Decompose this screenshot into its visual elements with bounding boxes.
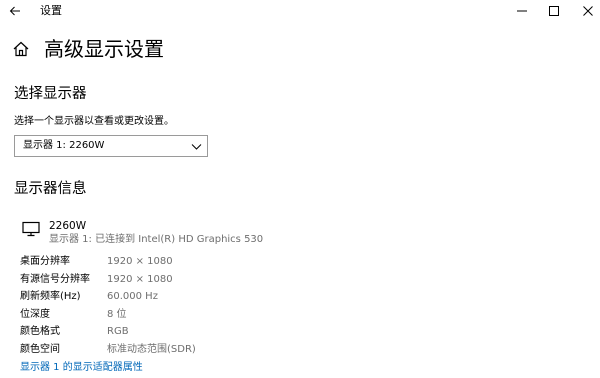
info-label: 刷新频率(Hz) — [20, 291, 81, 302]
info-label: 位深度 — [20, 309, 50, 320]
info-value: 8 位 — [107, 309, 127, 320]
info-value: RGB — [107, 326, 129, 337]
window-title: 设置 — [40, 4, 62, 17]
info-value: 1920 × 1080 — [107, 274, 173, 285]
page-title: 高级显示设置 — [44, 37, 164, 61]
monitor-name: 2260W — [49, 220, 87, 232]
info-value: 1920 × 1080 — [107, 256, 173, 267]
monitor-connection: 显示器 1: 已连接到 Intel(R) HD Graphics 530 — [49, 234, 264, 245]
settings-window: 设置 高级显示设置 选择显示器 选择一个显示器以查看或更改设置。 显示器 1: … — [0, 0, 600, 378]
home-icon — [13, 41, 29, 57]
display-dropdown[interactable]: 显示器 1: 2260W — [14, 135, 208, 157]
title-bar: 设置 — [0, 0, 600, 22]
monitor-icon — [22, 221, 40, 237]
display-info-heading: 显示器信息 — [14, 181, 87, 197]
home-button[interactable] — [12, 40, 30, 58]
select-display-heading: 选择显示器 — [14, 86, 87, 102]
display-adapter-properties-link[interactable]: 显示器 1 的显示适配器属性 — [20, 361, 143, 375]
info-row-color-space: 颜色空间 标准动态范围(SDR) — [0, 343, 600, 361]
info-label: 颜色空间 — [20, 344, 60, 355]
info-row-color-format: 颜色格式 RGB — [0, 325, 600, 343]
chevron-down-icon — [191, 144, 202, 150]
info-row-desktop-resolution: 桌面分辨率 1920 × 1080 — [0, 255, 600, 273]
info-label: 颜色格式 — [20, 326, 60, 337]
info-row-bit-depth: 位深度 8 位 — [0, 308, 600, 326]
info-row-refresh-rate: 刷新频率(Hz) 60.000 Hz — [0, 290, 600, 308]
back-arrow-icon — [9, 6, 20, 16]
info-label: 有源信号分辨率 — [20, 274, 90, 285]
select-display-description: 选择一个显示器以查看或更改设置。 — [14, 116, 174, 127]
minimize-icon — [517, 10, 527, 12]
display-dropdown-value: 显示器 1: 2260W — [23, 140, 105, 151]
back-button[interactable] — [3, 0, 27, 22]
maximize-icon — [549, 6, 559, 16]
info-value: 60.000 Hz — [107, 291, 158, 302]
info-label: 桌面分辨率 — [20, 256, 70, 267]
info-row-active-signal-resolution: 有源信号分辨率 1920 × 1080 — [0, 273, 600, 291]
info-value: 标准动态范围(SDR) — [107, 344, 196, 355]
close-button[interactable] — [568, 0, 600, 22]
close-icon — [583, 6, 593, 16]
